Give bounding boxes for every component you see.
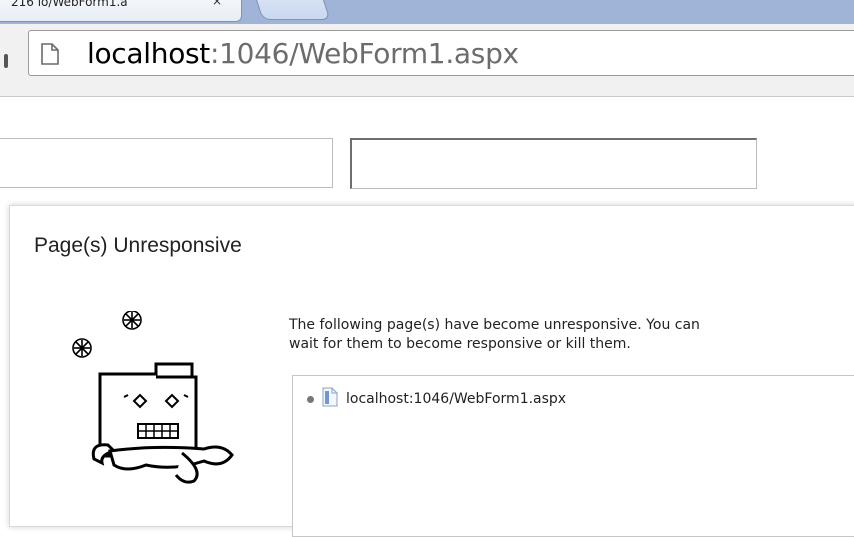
unresponsive-dialog: Page(s) Unresponsive The following page(… xyxy=(9,205,854,537)
frozen-folder-icon xyxy=(54,310,254,515)
url-text: localhost:1046/WebForm1.aspx xyxy=(87,37,519,70)
message-line-1: The following page(s) have become unresp… xyxy=(289,317,700,333)
message-line-2: wait for them to become responsive or ki… xyxy=(289,336,631,352)
snowflake-icon xyxy=(72,338,92,358)
bullet-icon xyxy=(307,395,314,403)
unresponsive-page-list: localhost:1046/WebForm1.aspx xyxy=(292,375,854,537)
text-input-1[interactable] xyxy=(0,138,333,188)
snowflake-icon xyxy=(122,310,142,330)
page-icon xyxy=(41,43,59,69)
tab-active[interactable]: 216 lo/WebForm1.a × xyxy=(0,0,242,22)
url-host: localhost xyxy=(87,37,210,70)
page-list-item-label: localhost:1046/WebForm1.aspx xyxy=(346,391,567,407)
new-tab-button[interactable] xyxy=(253,0,331,20)
close-icon[interactable]: × xyxy=(212,0,222,8)
document-icon xyxy=(322,387,338,411)
page-content: Page(s) Unresponsive The following page(… xyxy=(0,97,854,537)
list-item[interactable]: localhost:1046/WebForm1.aspx xyxy=(303,387,567,411)
address-bar[interactable]: localhost:1046/WebForm1.aspx xyxy=(28,30,854,76)
url-path: :1046/WebForm1.aspx xyxy=(210,37,519,70)
dialog-message: The following page(s) have become unresp… xyxy=(289,316,854,354)
tab-strip: 216 lo/WebForm1.a × xyxy=(0,0,854,24)
dialog-title: Page(s) Unresponsive xyxy=(34,234,242,257)
browser-toolbar: localhost:1046/WebForm1.aspx xyxy=(0,24,854,97)
menu-handle-icon[interactable] xyxy=(4,54,8,68)
tab-title: 216 lo/WebForm1.a xyxy=(11,0,128,9)
text-input-2[interactable] xyxy=(350,138,757,189)
